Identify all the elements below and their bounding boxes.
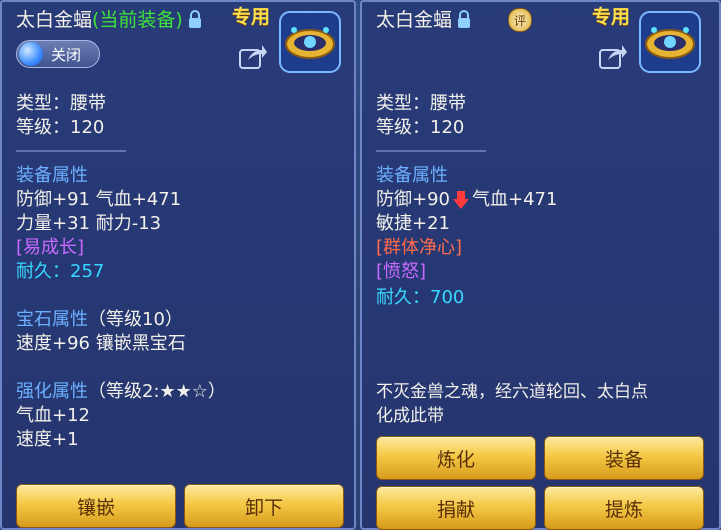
compared-item-panel: 太白金蝠 评 专用 类型：腰带 等级：120 装备属性 防御+90 气血+471 … bbox=[360, 0, 721, 530]
hp-value: 气血+471 bbox=[472, 189, 558, 210]
lock-icon bbox=[188, 10, 201, 28]
special-label: 专用 bbox=[232, 6, 271, 28]
toggle-knob bbox=[19, 42, 43, 66]
equip-attr-line-1: 防御+90 气血+471 bbox=[376, 188, 557, 212]
durability-label: 耐久： bbox=[376, 287, 430, 308]
share-icon[interactable] bbox=[238, 42, 268, 70]
rating-badge-icon[interactable]: 评 bbox=[508, 8, 532, 32]
item-name: 太白金蝠 bbox=[376, 9, 453, 31]
lock-icon bbox=[458, 10, 471, 28]
item-description-line-1: 不灭金兽之魂，经六道轮回、太白点 bbox=[376, 382, 648, 402]
durability-label: 耐久： bbox=[16, 261, 70, 282]
durability: 耐久：700 bbox=[376, 286, 464, 310]
special-trait-2: [愤怒] bbox=[376, 261, 427, 282]
enhance-attr-header: 强化属性 bbox=[16, 381, 88, 402]
extract-button[interactable]: 提炼 bbox=[544, 486, 704, 530]
special-label: 专用 bbox=[592, 6, 631, 28]
equip-attr-header: 装备属性 bbox=[16, 165, 88, 186]
item-name: 太白金蝠 bbox=[16, 9, 93, 31]
section-divider bbox=[376, 150, 486, 152]
unequip-button[interactable]: 卸下 bbox=[184, 484, 344, 528]
equip-button[interactable]: 装备 bbox=[544, 436, 704, 480]
equipped-tag: (当前装备) bbox=[92, 9, 183, 31]
item-type: 类型：腰带 bbox=[376, 93, 466, 114]
equipped-item-panel: 太白金蝠 (当前装备) 专用 关闭 类型：腰带 等级：120 装备属性 防御+9… bbox=[0, 0, 356, 530]
durability-value: 700 bbox=[430, 287, 465, 308]
toggle-label: 关闭 bbox=[51, 46, 82, 64]
item-level: 等级：120 bbox=[16, 117, 105, 138]
item-title: 太白金蝠 bbox=[376, 6, 472, 34]
item-level: 等级：120 bbox=[376, 117, 465, 138]
gem-attr-header: 宝石属性 bbox=[16, 309, 88, 330]
item-description-line-2: 化成此带 bbox=[376, 406, 444, 426]
inlay-button[interactable]: 镶嵌 bbox=[16, 484, 176, 528]
durability-value: 257 bbox=[70, 261, 105, 282]
item-type: 类型：腰带 bbox=[16, 93, 106, 114]
durability: 耐久：257 bbox=[16, 260, 104, 284]
equip-attr-line-1: 防御+91 气血+471 bbox=[16, 189, 182, 210]
item-icon-belt[interactable] bbox=[638, 10, 702, 74]
special-trait-1: [群体净心] bbox=[376, 237, 463, 258]
item-title: 太白金蝠 (当前装备) bbox=[16, 6, 203, 34]
equip-attr-line-2: 敏捷+21 bbox=[376, 213, 450, 234]
arrow-down-icon bbox=[453, 191, 469, 209]
display-toggle[interactable]: 关闭 bbox=[16, 40, 100, 68]
defense-value: 防御+90 bbox=[376, 189, 450, 210]
section-divider bbox=[16, 150, 126, 152]
special-trait: [易成长] bbox=[16, 237, 85, 258]
equip-attr-header: 装备属性 bbox=[376, 165, 448, 186]
enhance-attr-row: 强化属性（等级2:★★☆） bbox=[16, 380, 226, 404]
enhance-level: （等级2:★★☆） bbox=[88, 381, 226, 402]
donate-button[interactable]: 捐献 bbox=[376, 486, 536, 530]
share-icon[interactable] bbox=[598, 42, 628, 70]
gem-attr-line: 速度+96 镶嵌黑宝石 bbox=[16, 333, 186, 354]
enhance-line-1: 气血+12 bbox=[16, 405, 90, 426]
rating-badge-label: 评 bbox=[513, 13, 526, 28]
item-icon-belt[interactable] bbox=[278, 10, 342, 74]
gem-level: （等级10） bbox=[88, 309, 183, 330]
equip-attr-line-2: 力量+31 耐力-13 bbox=[16, 213, 162, 234]
refine-button[interactable]: 炼化 bbox=[376, 436, 536, 480]
enhance-line-2: 速度+1 bbox=[16, 429, 79, 450]
gem-attr-row: 宝石属性（等级10） bbox=[16, 308, 183, 332]
